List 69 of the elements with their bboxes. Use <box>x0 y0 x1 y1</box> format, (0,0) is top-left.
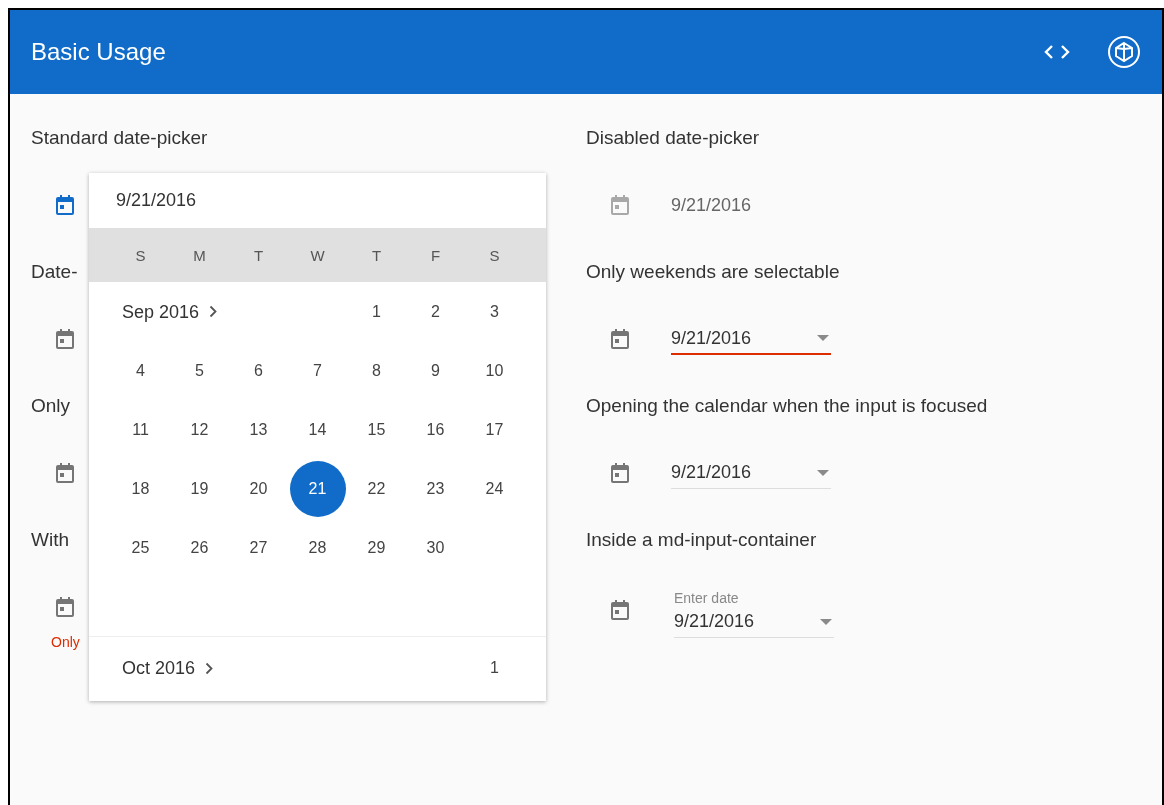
chevron-icon <box>205 662 214 674</box>
calendar-day[interactable]: 24 <box>466 460 523 517</box>
calendar-day[interactable]: 26 <box>171 519 228 576</box>
calendar-day[interactable]: 15 <box>348 401 405 458</box>
calendar-day[interactable]: 27 <box>230 519 287 576</box>
calendar-day[interactable]: 13 <box>230 401 287 458</box>
section-label: With <box>31 528 69 552</box>
calendar-icon[interactable] <box>53 461 77 485</box>
toolbar-title: Basic Usage <box>31 38 166 66</box>
calendar-day[interactable]: 3 <box>466 283 523 340</box>
calendar-day[interactable]: 22 <box>348 460 405 517</box>
calendar-day[interactable]: 9 <box>407 342 464 399</box>
section-label: Only <box>31 394 71 418</box>
calendar-day[interactable]: 7 <box>289 342 346 399</box>
calendar-icon[interactable] <box>608 327 632 351</box>
calendar-day[interactable]: 8 <box>348 342 405 399</box>
dropdown-triangle-icon[interactable] <box>817 469 829 476</box>
floating-label: Enter date <box>674 590 739 606</box>
section-label: Only weekends are selectable <box>586 260 840 284</box>
cube-logo-icon[interactable] <box>1107 35 1141 69</box>
calendar-icon[interactable] <box>608 461 632 485</box>
calendar-day[interactable]: 29 <box>348 519 405 576</box>
date-field: 9/21/2016 <box>671 189 831 221</box>
date-field[interactable]: 9/21/2016 <box>671 457 831 489</box>
calendar-day[interactable]: 5 <box>171 342 228 399</box>
date-field[interactable]: 9/21/2016 <box>674 606 834 638</box>
weekday-label: S <box>489 246 500 264</box>
calendar-day[interactable]: 28 <box>289 519 346 576</box>
month-label: Sep 2016 <box>122 301 218 322</box>
calendar-icon[interactable] <box>53 327 77 351</box>
calendar-day[interactable]: 6 <box>230 342 287 399</box>
dropdown-triangle-icon[interactable] <box>820 618 832 625</box>
calendar-icon[interactable] <box>608 598 632 622</box>
date-input[interactable]: 9/21/2016 <box>89 173 546 228</box>
weekday-label: S <box>135 246 146 264</box>
dropdown-triangle-icon[interactable] <box>817 335 829 341</box>
calendar-day[interactable]: 16 <box>407 401 464 458</box>
weekday-label: F <box>430 246 441 264</box>
calendar-day[interactable]: 1 <box>348 283 405 340</box>
section-label: Opening the calendar when the input is focused <box>586 394 988 418</box>
calendar-icon[interactable] <box>53 595 77 619</box>
section-label: Date- <box>31 260 78 284</box>
calendar-day[interactable]: 23 <box>407 460 464 517</box>
weekday-label: T <box>253 246 264 264</box>
calendar-day[interactable]: 4 <box>112 342 169 399</box>
calendar-day[interactable]: 19 <box>171 460 228 517</box>
section-label: Standard date-picker <box>31 126 208 150</box>
calendar-day[interactable]: 25 <box>112 519 169 576</box>
section-label: Inside a md-input-container <box>586 528 817 552</box>
calendar-day[interactable]: 20 <box>230 460 287 517</box>
month-label: Oct 2016 <box>122 657 214 679</box>
weekday-label: T <box>371 246 382 264</box>
calendar-day[interactable]: 1 <box>466 640 523 696</box>
calendar-day[interactable]: 30 <box>407 519 464 576</box>
section-label: Disabled date-picker <box>586 126 760 150</box>
calendar-day[interactable]: 11 <box>112 401 169 458</box>
chevron-icon <box>209 305 218 318</box>
calendar-day[interactable]: 17 <box>466 401 523 458</box>
calendar-day[interactable]: 10 <box>466 342 523 399</box>
error-message: Only <box>51 634 80 650</box>
calendar-day[interactable]: 14 <box>289 401 346 458</box>
calendar-day[interactable]: 12 <box>171 401 228 458</box>
calendar-day[interactable]: 21 <box>289 460 346 517</box>
date-field[interactable]: 9/21/2016 <box>671 323 831 355</box>
weekday-label: M <box>193 246 206 264</box>
calendar-day[interactable]: 18 <box>112 460 169 517</box>
weekday-label: W <box>310 246 325 264</box>
calendar-icon[interactable] <box>53 193 77 217</box>
calendar-day[interactable]: 2 <box>407 283 464 340</box>
